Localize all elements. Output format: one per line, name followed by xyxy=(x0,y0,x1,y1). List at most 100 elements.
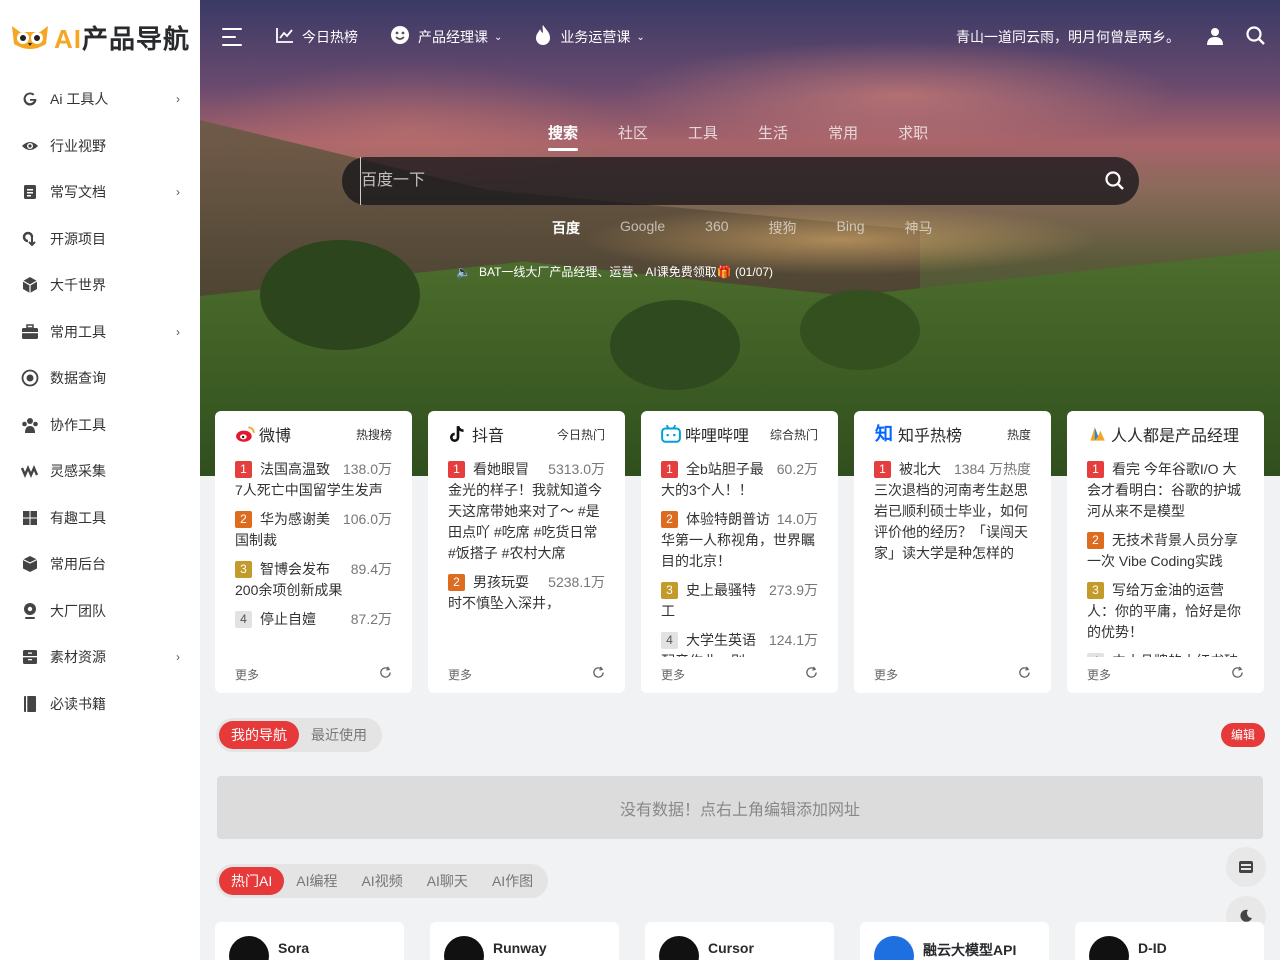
fire-icon xyxy=(534,24,552,51)
search-tab[interactable]: 社区 xyxy=(618,122,648,151)
sidebar-item-label: 协作工具 xyxy=(50,416,106,433)
sidebar-item[interactable]: 灵感采集 xyxy=(0,448,200,495)
openai-icon xyxy=(229,936,269,960)
hot-list-item[interactable]: 89.4万 3 智博会发布200余项创新成果 xyxy=(235,559,392,601)
more-link[interactable]: 更多 xyxy=(448,666,472,683)
card-title: 知乎热榜 xyxy=(898,428,963,445)
hot-list-item[interactable]: 106.0万 2 华为感谢美国制裁 xyxy=(235,509,392,551)
sidebar-item[interactable]: 行业视野 xyxy=(0,123,200,170)
refresh-icon[interactable] xyxy=(805,666,818,683)
hot-list-item[interactable]: 124.1万 4大学生英语配音作业，别 xyxy=(661,630,818,657)
refresh-icon[interactable] xyxy=(1018,666,1031,683)
hot-list-item[interactable]: 5313.0万 1 看她眼冒金光的样子！我就知道今天这席带她来对了～ #是田点吖 … xyxy=(448,459,605,564)
sidebar-item-label: Ai 工具人 xyxy=(50,91,109,108)
card-list: 5313.0万 1 看她眼冒金光的样子！我就知道今天这席带她来对了～ #是田点吖 … xyxy=(448,459,605,657)
sidebar-item[interactable]: 常用工具 › xyxy=(0,309,200,356)
location-icon xyxy=(20,601,40,621)
card-list: 1 看完 今年谷歌I/O 大会才看明白：谷歌的护城河从来不是模型 2 无技术背景人员… xyxy=(1087,459,1244,657)
speaker-icon: 🔈 xyxy=(456,264,471,279)
card-list: 60.2万 1 全b站胆子最大的3个人！！ 14.0万 2 体验特朗普访华第一人称视… xyxy=(661,459,818,657)
hot-list-card: 知 知乎热榜 热度 1384 万热度 1 被北大三次退档的河南考生赵思岩已顺利硕士… xyxy=(854,411,1051,693)
sidebar-item[interactable]: 开源项目 xyxy=(0,216,200,263)
search-engine-option[interactable]: Google xyxy=(620,218,665,238)
search-engine-option[interactable]: 360 xyxy=(705,218,728,238)
sidebar-item[interactable]: 大厂团队 xyxy=(0,588,200,635)
refresh-icon[interactable] xyxy=(379,666,392,683)
search-input[interactable] xyxy=(360,157,1091,205)
hot-list-item[interactable]: 14.0万 2 体验特朗普访华第一人称视角，世界瞩目的北京！ xyxy=(661,509,818,572)
ai-tool-card[interactable]: Sora xyxy=(215,922,404,960)
top-link-hot-list[interactable]: 今日热榜 xyxy=(276,27,358,48)
search-engine-option[interactable]: 搜狗 xyxy=(769,218,797,238)
site-logo[interactable]: AI产品导航 xyxy=(0,0,200,74)
pill-tab[interactable]: 我的导航 xyxy=(219,721,299,749)
search-engine-option[interactable]: Bing xyxy=(837,218,865,238)
sidebar-item[interactable]: 常用后台 xyxy=(0,541,200,588)
hot-list-item[interactable]: 2 无技术背景人员分享一次 Vibe Coding实践 xyxy=(1087,530,1244,572)
hot-list-item[interactable]: 5238.1万 2 男孩玩耍时不慎坠入深井， xyxy=(448,572,605,614)
hot-list-item[interactable]: 1384 万热度 1 被北大三次退档的河南考生赵思岩已顺利硕士毕业，如何评价他的经… xyxy=(874,459,1031,564)
search-submit-button[interactable] xyxy=(1091,171,1139,191)
document-icon xyxy=(20,182,40,202)
edit-button[interactable]: 编辑 xyxy=(1221,723,1265,747)
hot-list-item[interactable]: 87.2万 4 停止自嬗 xyxy=(235,609,392,630)
ai-tool-card[interactable]: D-ID xyxy=(1075,922,1264,960)
more-link[interactable]: 更多 xyxy=(661,666,685,683)
search-engine-option[interactable]: 百度 xyxy=(552,218,580,238)
more-link[interactable]: 更多 xyxy=(235,666,259,683)
pill-tab[interactable]: AI作图 xyxy=(480,867,545,895)
sidebar-item[interactable]: 必读书籍 xyxy=(0,681,200,728)
chevron-right-icon: › xyxy=(176,185,180,200)
sidebar-item[interactable]: 大千世界 xyxy=(0,262,200,309)
sidebar-item[interactable]: 数据查询 xyxy=(0,355,200,402)
ai-tool-card[interactable]: Runway xyxy=(430,922,619,960)
pill-tab[interactable]: AI视频 xyxy=(349,867,414,895)
rank-badge: 4 xyxy=(235,611,252,628)
refresh-icon[interactable] xyxy=(1231,666,1244,683)
pill-tab[interactable]: AI聊天 xyxy=(415,867,480,895)
menu-toggle-icon[interactable] xyxy=(222,28,244,46)
hot-list-item[interactable]: 1 看完 今年谷歌I/O 大会才看明白：谷歌的护城河从来不是模型 xyxy=(1087,459,1244,522)
book-icon xyxy=(20,694,40,714)
ai-tool-card[interactable]: Cursor xyxy=(645,922,834,960)
top-link-pm-course[interactable]: 产品经理课 ⌄ xyxy=(390,25,502,50)
card-footer: 更多 xyxy=(874,666,1031,683)
pill-tab[interactable]: 热门AI xyxy=(219,867,285,895)
search-engine-option[interactable]: 神马 xyxy=(905,218,933,238)
search-tab[interactable]: 工具 xyxy=(688,122,718,151)
search-tab[interactable]: 搜索 xyxy=(548,122,579,151)
sidebar-item[interactable]: 有趣工具 xyxy=(0,495,200,542)
refresh-icon[interactable] xyxy=(592,666,605,683)
quick-nav-button[interactable] xyxy=(1226,847,1266,887)
sidebar-item[interactable]: Ai 工具人 › xyxy=(0,76,200,123)
search-tab[interactable]: 常用 xyxy=(828,122,858,151)
chart-line-icon xyxy=(276,27,294,48)
target-icon xyxy=(20,368,40,388)
hot-list-item[interactable]: 138.0万 1 法国高温致7人死亡中国留学生发声 xyxy=(235,459,392,501)
ai-tool-card[interactable]: 融云大模型API xyxy=(860,922,1049,960)
card-title: 抖音 xyxy=(472,428,505,445)
user-icon[interactable] xyxy=(1206,27,1224,48)
pill-tab[interactable]: AI编程 xyxy=(284,867,349,895)
search-icon[interactable] xyxy=(1246,25,1266,49)
more-link[interactable]: 更多 xyxy=(1087,666,1111,683)
search-tab[interactable]: 求职 xyxy=(898,122,928,151)
sidebar-nav: Ai 工具人 › 行业视野 常写文档 › 开源项目 大千世界 常用工具 › 数据… xyxy=(0,74,200,727)
card-footer: 更多 xyxy=(448,666,605,683)
hot-list-item[interactable]: 273.9万 3 史上最骚特工 xyxy=(661,580,818,622)
search-tab[interactable]: 生活 xyxy=(758,122,788,151)
rank-badge: 1 xyxy=(1087,461,1104,478)
rongcloud-icon xyxy=(874,936,914,960)
hot-list-item[interactable]: 4 中小品牌的小红书破 xyxy=(1087,651,1244,657)
announcement-bar[interactable]: 🔈 BAT一线大厂产品经理、运营、AI课免费领取🎁 (01/07) xyxy=(456,263,773,280)
sidebar-item[interactable]: 素材资源 › xyxy=(0,634,200,681)
more-link[interactable]: 更多 xyxy=(874,666,898,683)
sidebar-item[interactable]: 常写文档 › xyxy=(0,169,200,216)
top-link-ops-course[interactable]: 业务运营课 ⌄ xyxy=(534,24,645,51)
sidebar-item[interactable]: 协作工具 xyxy=(0,402,200,449)
card-subtitle: 热搜榜 xyxy=(355,427,392,442)
pill-tab[interactable]: 最近使用 xyxy=(299,721,379,749)
sidebar-item-label: 开源项目 xyxy=(50,230,106,247)
hot-list-item[interactable]: 3 写给万金油的运营人：你的平庸，恰好是你的优势！ xyxy=(1087,580,1244,643)
hot-list-item[interactable]: 60.2万 1 全b站胆子最大的3个人！！ xyxy=(661,459,818,501)
